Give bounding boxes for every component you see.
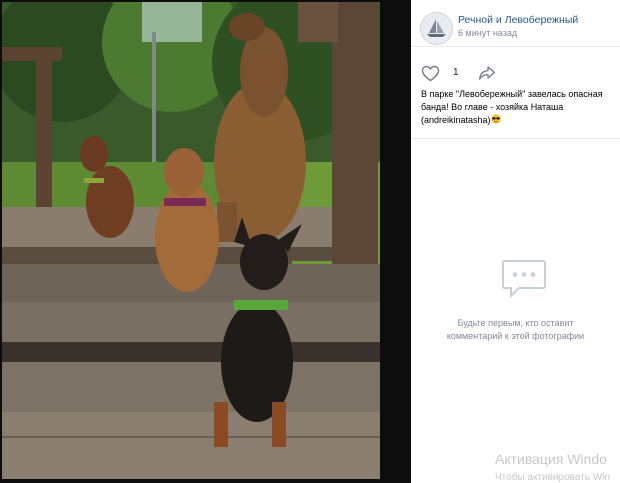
windows-activation-watermark: Активация Windo — [495, 451, 607, 467]
photo-illustration — [2, 2, 380, 479]
windows-activation-subtitle: Чтобы активировать Win — [495, 472, 610, 483]
post-caption: В парке "Левобережный" завелась опасная … — [421, 88, 619, 127]
post-photo[interactable] — [2, 2, 380, 479]
divider — [411, 138, 620, 139]
like-count[interactable]: 1 — [453, 67, 459, 78]
author-name-link[interactable]: Речной и Левобережный — [458, 14, 578, 26]
post-actions: 1 — [421, 63, 611, 83]
sailboat-logo-icon — [421, 13, 452, 44]
speech-bubble-icon — [501, 258, 547, 302]
author-header: Речной и Левобережный 6 минут назад — [411, 0, 620, 47]
post-timestamp[interactable]: 6 минут назад — [458, 28, 517, 38]
post-side-panel: Речной и Левобережный 6 минут назад 1 В … — [411, 0, 620, 483]
sunglasses-emoji-icon — [490, 114, 501, 124]
photo-viewer — [0, 0, 411, 483]
author-avatar[interactable] — [420, 12, 453, 45]
share-arrow-icon[interactable] — [478, 65, 496, 81]
heart-icon[interactable] — [421, 65, 440, 82]
empty-comments-message: Будьте первым, кто оставит комментарий к… — [411, 317, 620, 343]
empty-comments-line: Будьте первым, кто оставит — [457, 318, 574, 328]
empty-comments-line: комментарий к этой фотографии — [446, 331, 585, 341]
post-caption-text: В парке "Левобережный" завелась опасная … — [421, 89, 603, 125]
